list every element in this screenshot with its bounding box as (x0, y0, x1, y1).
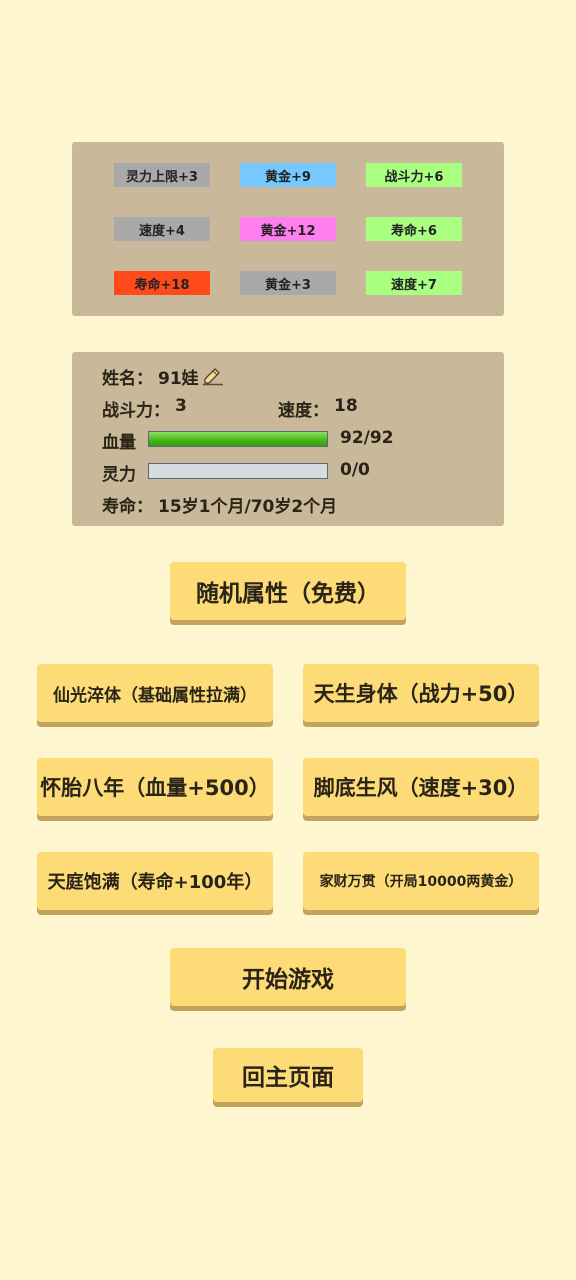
attribute-tag: 速度+4 (114, 217, 210, 241)
hp-label: 血量 (102, 433, 136, 453)
mp-value: 0/0 (340, 460, 370, 480)
perk-button[interactable]: 天庭饱满（寿命+100年） (37, 852, 273, 910)
random-attribute-button[interactable]: 随机属性（免费） (170, 562, 406, 620)
life-value: 15岁1个月/70岁2个月 (158, 497, 338, 517)
perk-button[interactable]: 脚底生风（速度+30） (303, 758, 539, 816)
attribute-tag: 寿命+6 (366, 217, 462, 241)
perk-button[interactable]: 仙光淬体（基础属性拉满） (37, 664, 273, 722)
power-label: 战斗力： (102, 401, 170, 421)
name-label: 姓名： (102, 369, 153, 389)
character-info-panel: 姓名： 91娃 战斗力： 3 速度： 18 血量 92/92 灵力 0/0 寿命… (72, 352, 504, 526)
attribute-tag: 黄金+3 (240, 271, 336, 295)
start-game-button[interactable]: 开始游戏 (170, 948, 406, 1006)
attribute-tag: 灵力上限+3 (114, 163, 210, 187)
power-value: 3 (175, 396, 187, 416)
name-value: 91娃 (158, 369, 199, 389)
attribute-tag: 寿命+18 (114, 271, 210, 295)
home-button[interactable]: 回主页面 (213, 1048, 363, 1102)
perk-button[interactable]: 天生身体（战力+50） (303, 664, 539, 722)
life-label: 寿命： (102, 497, 153, 517)
hp-value: 92/92 (340, 428, 394, 448)
speed-value: 18 (334, 396, 358, 416)
attribute-tag: 黄金+12 (240, 217, 336, 241)
attribute-tag: 战斗力+6 (366, 163, 462, 187)
hp-bar-fill (149, 432, 327, 446)
mp-bar (148, 463, 328, 479)
perk-button[interactable]: 家财万贯（开局10000两黄金） (303, 852, 539, 910)
attribute-tag: 黄金+9 (240, 163, 336, 187)
mp-label: 灵力 (102, 465, 136, 485)
attribute-tag: 速度+7 (366, 271, 462, 295)
pencil-edit-icon[interactable] (202, 364, 224, 386)
attribute-panel: 灵力上限+3 黄金+9 战斗力+6 速度+4 黄金+12 寿命+6 寿命+18 … (72, 142, 504, 316)
hp-bar (148, 431, 328, 447)
perk-button[interactable]: 怀胎八年（血量+500） (37, 758, 273, 816)
speed-label: 速度： (278, 401, 329, 421)
